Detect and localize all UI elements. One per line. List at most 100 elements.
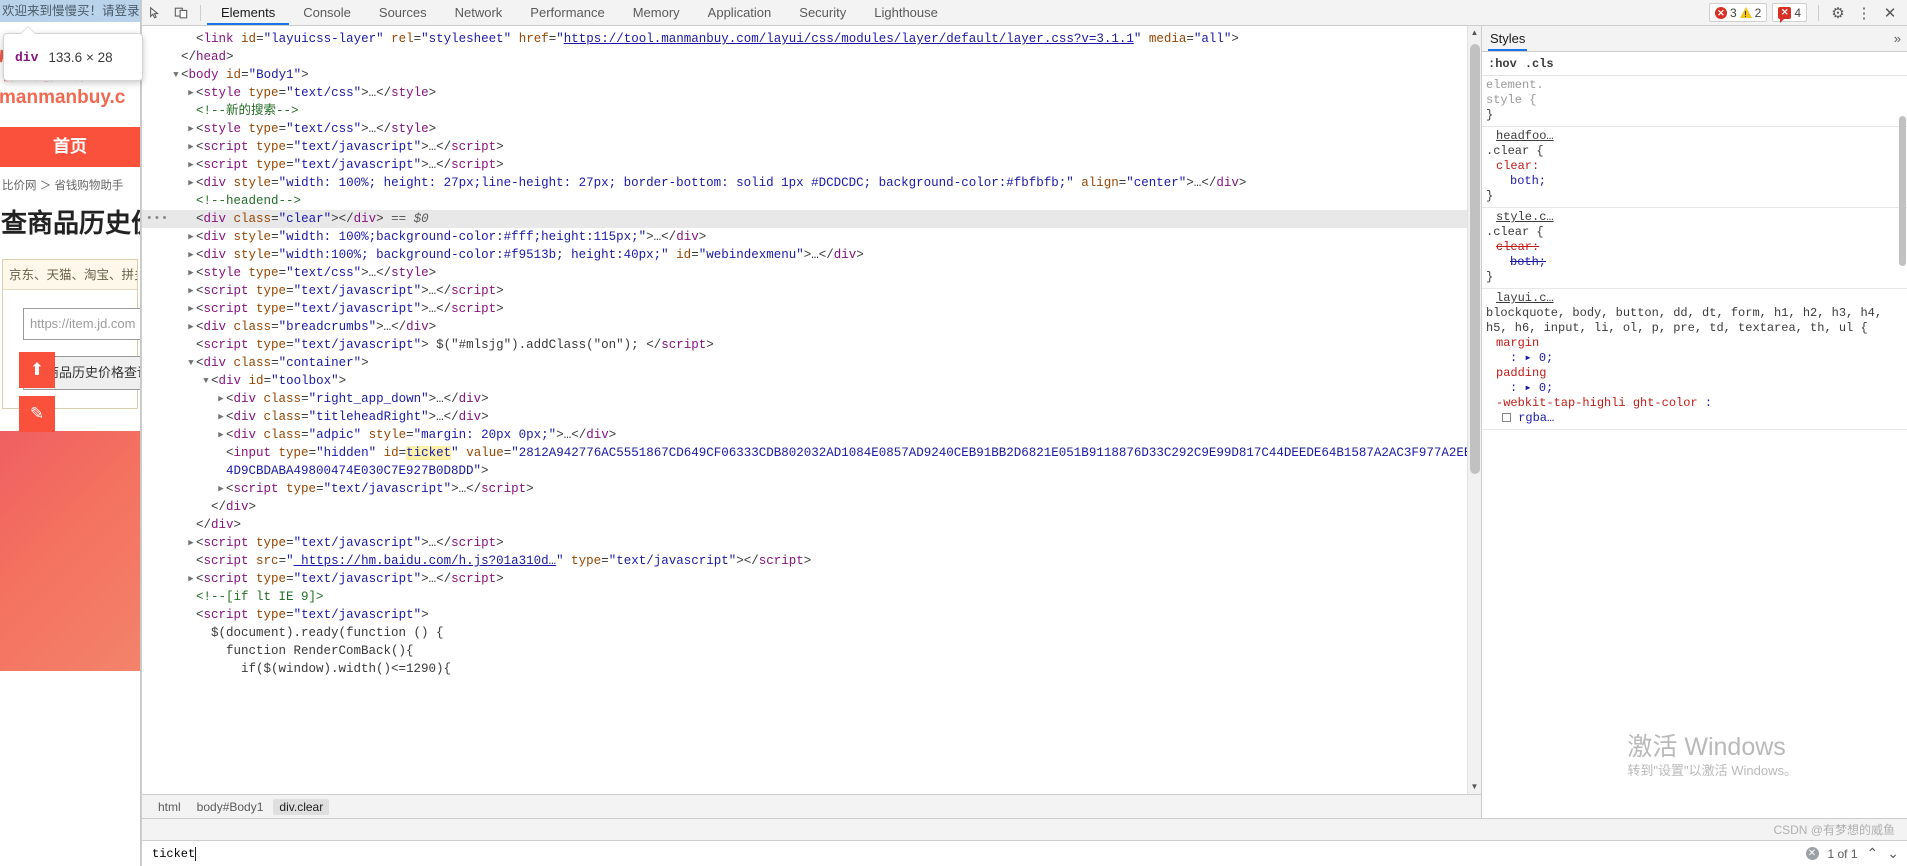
dom-node-row[interactable]: ▶$(document).ready(function () { — [142, 624, 1467, 642]
rule-origin[interactable]: style.c… — [1496, 210, 1554, 224]
twisty-closed-icon[interactable]: ▶ — [186, 282, 196, 300]
rule-prop-value[interactable]: both; — [1510, 255, 1546, 269]
dom-node-row[interactable]: ▶<link id="layuicss-layer" rel="styleshe… — [142, 30, 1467, 48]
search-prev-icon[interactable]: ⌃ — [1867, 845, 1879, 862]
dom-node-row[interactable]: ▶ <div class="right_app_down">…</div> — [142, 390, 1467, 408]
style-rule-layui-reset[interactable]: layui.c… blockquote, body, button, dd, d… — [1482, 289, 1907, 430]
search-query-text[interactable]: ticket — [152, 847, 195, 861]
twisty-open-icon[interactable]: ▼ — [186, 354, 196, 372]
breadcrumb-div-clear[interactable]: div.clear — [273, 798, 330, 815]
back-to-top-icon[interactable]: ⬆ — [19, 352, 55, 388]
product-url-input[interactable]: https://item.jd.com — [23, 308, 140, 340]
twisty-closed-icon[interactable]: ▶ — [216, 426, 226, 444]
dom-node-row[interactable]: ▶<!--headend--> — [142, 192, 1467, 210]
site-nav-home[interactable]: 首页 — [0, 127, 140, 167]
rule-prop-value-2[interactable]: : ▸ 0; — [1510, 381, 1553, 395]
rule-prop-name[interactable]: margin — [1496, 336, 1539, 350]
dom-node-row[interactable]: ▼ <body id="Body1"> — [142, 66, 1467, 84]
style-rule-style-clear[interactable]: style.c… .clear { clear: both; } — [1482, 208, 1907, 289]
inspect-element-icon[interactable] — [142, 1, 168, 25]
scrollbar-thumb[interactable] — [1470, 44, 1480, 474]
twisty-closed-icon[interactable]: ▶ — [186, 570, 196, 588]
tab-sources[interactable]: Sources — [365, 0, 441, 25]
message-counter[interactable]: ✕ 4 — [1772, 3, 1807, 23]
style-rule-element[interactable]: element. style { } — [1482, 76, 1907, 127]
dom-node-row[interactable]: ▶ <div class="breadcrumbs">…</div> — [142, 318, 1467, 336]
twisty-closed-icon[interactable]: ▶ — [186, 264, 196, 282]
dom-node-row[interactable]: ▶</head> — [142, 48, 1467, 66]
styles-rules-list[interactable]: element. style { } headfoo… .clear { cle… — [1482, 76, 1907, 818]
dom-node-row[interactable]: ▶<script type="text/javascript"> $("#mls… — [142, 336, 1467, 354]
dom-node-row[interactable]: ▶ <script type="text/javascript">…</scrip… — [142, 156, 1467, 174]
styles-scrollbar[interactable] — [1898, 76, 1907, 818]
dom-node-row[interactable]: •••▶<div class="clear"></div> == $0 — [142, 210, 1467, 228]
issue-counters[interactable]: ✕ 3 2 — [1708, 3, 1768, 22]
dom-tree[interactable]: ▶<link id="layuicss-layer" rel="styleshe… — [142, 26, 1467, 794]
color-swatch[interactable] — [1502, 413, 1511, 422]
dom-node-row[interactable]: ▶if($(window).width()<=1290){ — [142, 660, 1467, 678]
clear-search-icon[interactable]: ✕ — [1805, 847, 1819, 860]
twisty-closed-icon[interactable]: ▶ — [186, 228, 196, 246]
twisty-closed-icon[interactable]: ▶ — [216, 480, 226, 498]
device-toolbar-icon[interactable] — [168, 1, 194, 25]
dom-node-row[interactable]: ▶ <div class="titleheadRight">…</div> — [142, 408, 1467, 426]
rule-prop-name-3[interactable]: -webkit-tap-highli ght-color — [1496, 396, 1698, 410]
tab-console[interactable]: Console — [289, 0, 365, 25]
dom-node-row[interactable]: ▶ <style type="text/css">…</style> — [142, 120, 1467, 138]
more-vertical-icon[interactable]: ⋮ — [1851, 1, 1877, 25]
more-tabs-icon[interactable]: » — [1894, 31, 1901, 46]
dom-node-row[interactable]: ▶ <script type="text/javascript">…</scrip… — [142, 480, 1467, 498]
hover-state-toggle[interactable]: :hov — [1488, 57, 1517, 71]
tab-memory[interactable]: Memory — [619, 0, 694, 25]
dom-node-row[interactable]: ▶<script src=" https://hm.baidu.com/h.js… — [142, 552, 1467, 570]
twisty-closed-icon[interactable]: ▶ — [186, 138, 196, 156]
twisty-closed-icon[interactable]: ▶ — [186, 174, 196, 192]
dom-node-row[interactable]: ▼ <div class="container"> — [142, 354, 1467, 372]
dom-node-row[interactable]: ▶ <div class="adpic" style="margin: 20px … — [142, 426, 1467, 444]
tab-network[interactable]: Network — [441, 0, 517, 25]
rule-prop-value-3[interactable]: : — [1705, 396, 1712, 410]
close-icon[interactable]: ✕ — [1877, 1, 1903, 25]
twisty-closed-icon[interactable]: ▶ — [186, 120, 196, 138]
dom-node-row[interactable]: ▶ <script type="text/javascript">…</scrip… — [142, 282, 1467, 300]
tab-performance[interactable]: Performance — [516, 0, 618, 25]
tab-security[interactable]: Security — [785, 0, 860, 25]
dom-node-row[interactable]: ▶ <div style="width: 100%;background-colo… — [142, 228, 1467, 246]
feedback-pen-icon[interactable]: ✎ — [19, 396, 55, 432]
dom-node-row[interactable]: ▶<!--[if lt IE 9]> — [142, 588, 1467, 606]
twisty-closed-icon[interactable]: ▶ — [186, 534, 196, 552]
dom-node-row[interactable]: ▶ <script type="text/javascript">…</scrip… — [142, 300, 1467, 318]
node-overflow-dots[interactable]: ••• — [146, 210, 169, 228]
dom-node-row[interactable]: ▶ <div style="width:100%; background-colo… — [142, 246, 1467, 264]
rule-origin[interactable]: layui.c… — [1496, 291, 1554, 305]
dom-node-row[interactable]: ▶function RenderComBack(){ — [142, 642, 1467, 660]
twisty-open-icon[interactable]: ▼ — [201, 372, 211, 390]
dom-node-row[interactable]: ▼ <div id="toolbox"> — [142, 372, 1467, 390]
gear-icon[interactable]: ⚙ — [1825, 1, 1851, 25]
rule-prop-name[interactable]: clear: — [1496, 159, 1539, 173]
dom-node-row[interactable]: ▶<script type="text/javascript"> — [142, 606, 1467, 624]
rule-origin[interactable]: headfoo… — [1496, 129, 1554, 143]
dom-node-row[interactable]: ▶ <script type="text/javascript">…</scrip… — [142, 570, 1467, 588]
twisty-closed-icon[interactable]: ▶ — [216, 408, 226, 426]
dom-node-row[interactable]: ▶</div> — [142, 498, 1467, 516]
twisty-closed-icon[interactable]: ▶ — [186, 318, 196, 336]
twisty-open-icon[interactable]: ▼ — [171, 66, 181, 84]
twisty-closed-icon[interactable]: ▶ — [186, 84, 196, 102]
class-toggle[interactable]: .cls — [1525, 57, 1554, 71]
tab-application[interactable]: Application — [694, 0, 786, 25]
breadcrumb-html[interactable]: html — [152, 799, 187, 815]
dom-node-row[interactable]: ▶ <style type="text/css">…</style> — [142, 264, 1467, 282]
tab-styles[interactable]: Styles — [1488, 26, 1527, 51]
breadcrumb-body[interactable]: body#Body1 — [191, 799, 270, 815]
rule-color-value[interactable]: rgba… — [1518, 411, 1554, 425]
dom-node-row[interactable]: ▶4D9CBDABA49800474E030C7E927B0D8DD"> — [142, 462, 1467, 480]
dom-tree-scrollbar[interactable]: ▲ ▼ — [1467, 26, 1481, 794]
twisty-closed-icon[interactable]: ▶ — [216, 390, 226, 408]
twisty-closed-icon[interactable]: ▶ — [186, 156, 196, 174]
search-next-icon[interactable]: ⌄ — [1887, 845, 1899, 862]
style-rule-headfoot-clear[interactable]: headfoo… .clear { clear: both; } — [1482, 127, 1907, 208]
dom-node-row[interactable]: ▶<!--新的搜索--> — [142, 102, 1467, 120]
rule-prop-value[interactable]: both; — [1510, 174, 1546, 188]
dom-node-row[interactable]: ▶<input type="hidden" id=ticket" value="… — [142, 444, 1467, 462]
